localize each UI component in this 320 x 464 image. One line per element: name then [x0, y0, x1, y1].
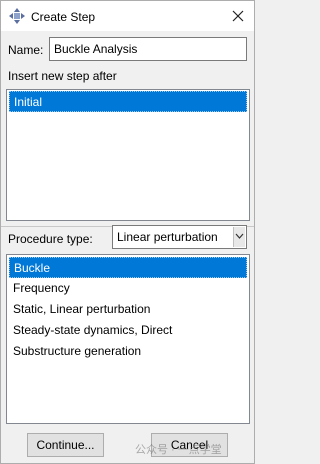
- list-item-substructure-generation[interactable]: Substructure generation: [9, 341, 247, 362]
- continue-button[interactable]: Continue...: [27, 433, 104, 457]
- dialog-title: Create Step: [31, 10, 96, 24]
- cancel-button[interactable]: Cancel: [151, 433, 228, 457]
- list-item-initial[interactable]: Initial: [9, 91, 247, 112]
- list-item-steady-state-dynamics-direct[interactable]: Steady-state dynamics, Direct: [9, 320, 247, 341]
- insert-after-label: Insert new step after: [8, 69, 117, 83]
- close-button[interactable]: [228, 6, 248, 26]
- procedure-type-select[interactable]: Linear perturbation: [112, 225, 247, 249]
- list-item-frequency[interactable]: Frequency: [9, 278, 247, 299]
- title-bar: Create Step: [1, 1, 254, 31]
- list-item-buckle[interactable]: Buckle: [9, 257, 247, 278]
- list-item-static-linear-perturbation[interactable]: Static, Linear perturbation: [9, 299, 247, 320]
- insert-after-list[interactable]: Initial: [6, 89, 250, 221]
- procedure-type-value: Linear perturbation: [117, 230, 218, 244]
- create-step-dialog: Create Step Name: Buckle Analysis Insert…: [0, 0, 255, 464]
- close-icon: [232, 10, 244, 22]
- procedure-list[interactable]: Buckle Frequency Static, Linear perturba…: [6, 254, 250, 424]
- step-name-input[interactable]: Buckle Analysis: [49, 37, 247, 61]
- procedure-type-label: Procedure type:: [8, 232, 93, 246]
- step-diamond-icon: [9, 8, 25, 24]
- name-label: Name:: [8, 43, 44, 57]
- chevron-down-icon[interactable]: [233, 227, 245, 247]
